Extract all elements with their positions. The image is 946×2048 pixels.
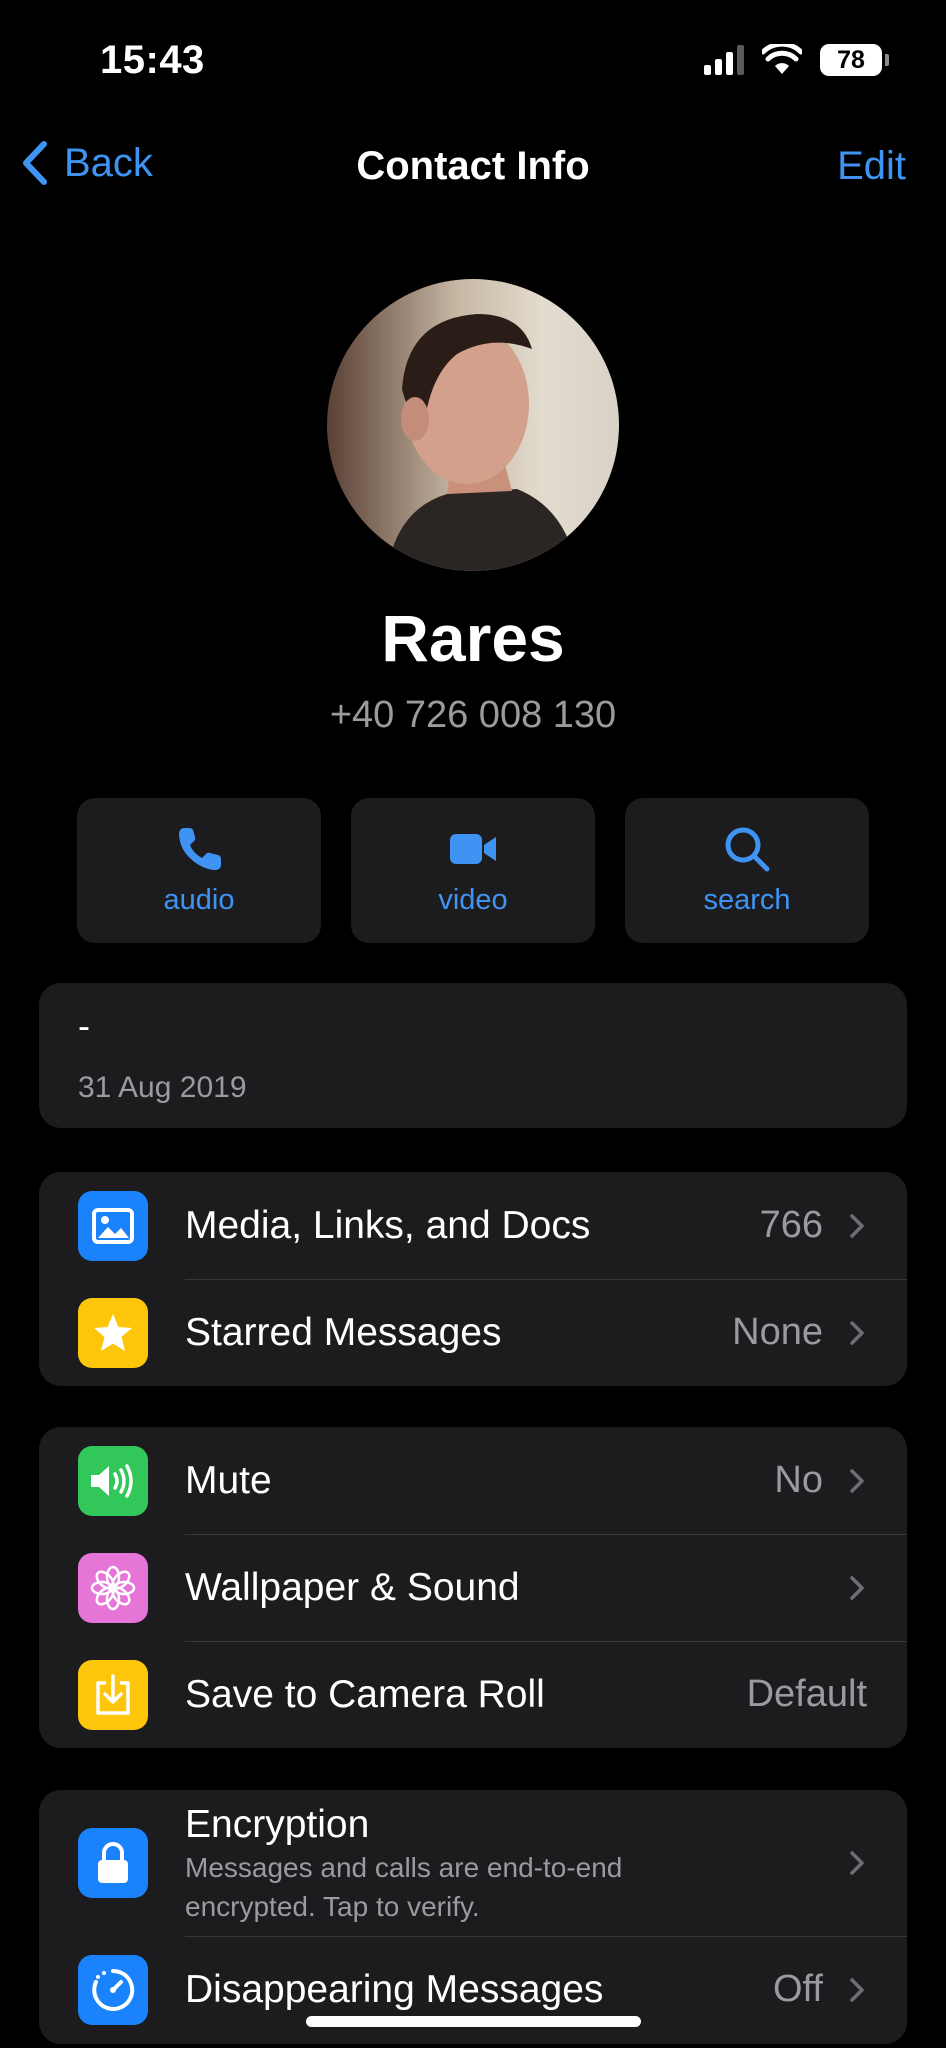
contact-phone: +40 726 008 130 [329,694,617,736]
row-value: None [732,1311,823,1353]
video-label: video [438,884,508,916]
home-indicator[interactable] [306,2016,641,2027]
row-value: No [774,1459,823,1501]
row-value: Default [746,1673,867,1715]
audio-call-button[interactable]: audio [77,798,321,943]
edit-button[interactable]: Edit [837,144,906,189]
download-icon [78,1659,148,1730]
search-button[interactable]: search [625,798,869,943]
row-label: Mute [185,1458,272,1502]
privacy-group: Encryption Messages and calls are end-to… [39,1790,907,2044]
audio-label: audio [163,884,235,916]
phone-icon [179,828,221,870]
row-label: Starred Messages [185,1310,502,1354]
chevron-right-icon [850,1851,864,1875]
video-call-button[interactable]: video [351,798,595,943]
about-date: 31 Aug 2019 [78,1071,247,1104]
search-icon [725,827,770,872]
contact-name: Rares [381,601,565,675]
chevron-right-icon [850,1468,864,1493]
row-value: 766 [759,1204,823,1246]
chevron-right-icon [850,1575,864,1600]
cellular-signal-icon [704,45,744,75]
flower-icon [78,1552,148,1623]
avatar-photo [387,314,577,571]
chevron-right-icon [850,1213,864,1238]
row-label: Save to Camera Roll [185,1672,545,1716]
row-label: Disappearing Messages [185,1967,604,2011]
page-title: Contact Info [356,144,590,188]
starred-messages-row[interactable]: Starred Messages None [39,1279,907,1386]
lock-icon [78,1828,148,1898]
speaker-icon [78,1445,148,1516]
battery-icon: 78 [820,44,889,76]
timer-icon [78,1954,148,2025]
avatar[interactable] [327,279,619,571]
row-label: Encryption [185,1803,370,1846]
row-subtitle: Messages and calls are end-to-end encryp… [185,1852,623,1922]
photo-icon [78,1190,148,1261]
video-camera-icon [450,834,496,864]
chevron-right-icon [850,1977,864,2002]
wallpaper-sound-row[interactable]: Wallpaper & Sound [39,1534,907,1641]
star-icon [78,1297,148,1368]
row-label: Media, Links, and Docs [185,1203,591,1247]
wifi-icon [762,44,802,74]
mute-row[interactable]: Mute No [39,1427,907,1534]
chevron-right-icon [850,1320,864,1345]
about-text: - [78,1005,90,1046]
status-time: 15:43 [100,38,205,82]
about-card[interactable]: - 31 Aug 2019 [39,983,907,1128]
save-camera-roll-row[interactable]: Save to Camera Roll Default [39,1641,907,1748]
row-value: Off [773,1968,823,2010]
encryption-row[interactable]: Encryption Messages and calls are end-to… [39,1790,907,1936]
row-label: Wallpaper & Sound [185,1565,520,1609]
media-starred-group: Media, Links, and Docs 766 Starred Messa… [39,1172,907,1386]
status-icons: 78 [704,44,889,76]
notifications-group: Mute No Wallpaper & Sound Save to Camera… [39,1427,907,1748]
search-label: search [703,884,791,916]
media-links-docs-row[interactable]: Media, Links, and Docs 766 [39,1172,907,1279]
